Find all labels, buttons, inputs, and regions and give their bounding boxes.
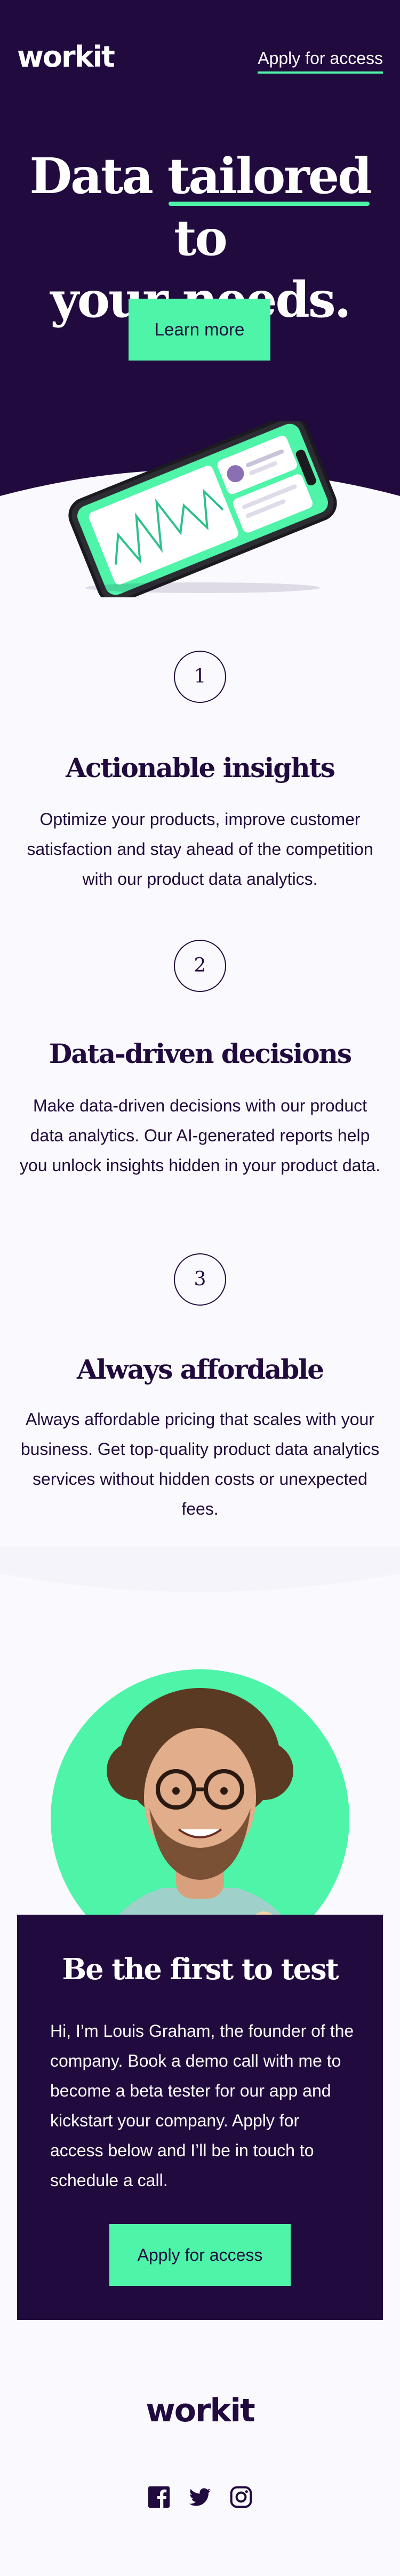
- founder-title: Be the first to test: [62, 1952, 339, 1986]
- feature-number-badge: 3: [174, 1253, 226, 1306]
- feature-title: Data-driven decisions: [49, 1038, 352, 1069]
- feature-description: Always affordable pricing that scales wi…: [20, 1410, 380, 1518]
- feature-description: Make data-driven decisions with our prod…: [20, 1096, 380, 1175]
- feature-data-driven-decisions: 2 Data-driven decisions Make data-driven…: [0, 940, 400, 1217]
- founder-text: Hi, I’m Louis Graham, the founder of the…: [50, 2021, 354, 2190]
- feature-actionable-insights: 1 Actionable insights Optimize your prod…: [0, 651, 400, 907]
- learn-more-button[interactable]: Learn more: [129, 299, 270, 361]
- feature-description: Optimize your products, improve customer…: [27, 810, 373, 889]
- facebook-icon[interactable]: [147, 2485, 171, 2509]
- feature-number-badge: 2: [174, 940, 226, 992]
- feature-always-affordable: 3 Always affordable Always affordable pr…: [0, 1253, 400, 1531]
- phone-illustration: [68, 421, 337, 597]
- footer-logo[interactable]: workit: [0, 2395, 400, 2427]
- feature-title: Always affordable: [76, 1354, 324, 1385]
- hero-title-part1: Data: [29, 147, 167, 205]
- founder-card: Be the first to test Hi, I’m Louis Graha…: [17, 1915, 383, 2320]
- twitter-icon[interactable]: [188, 2485, 212, 2509]
- section-divider: [0, 1547, 400, 1592]
- apply-for-access-button[interactable]: Apply for access: [109, 2224, 291, 2286]
- hero-section: workit Apply for access Data tailored to…: [0, 0, 400, 597]
- feature-number-badge: 1: [174, 651, 226, 703]
- apply-for-access-link[interactable]: Apply for access: [258, 48, 383, 74]
- hero-title-highlight: tailored: [167, 145, 372, 207]
- feature-title: Actionable insights: [66, 752, 335, 783]
- hero-title-part2: to: [174, 209, 228, 267]
- instagram-icon[interactable]: [229, 2485, 253, 2509]
- header-logo[interactable]: workit: [17, 43, 115, 71]
